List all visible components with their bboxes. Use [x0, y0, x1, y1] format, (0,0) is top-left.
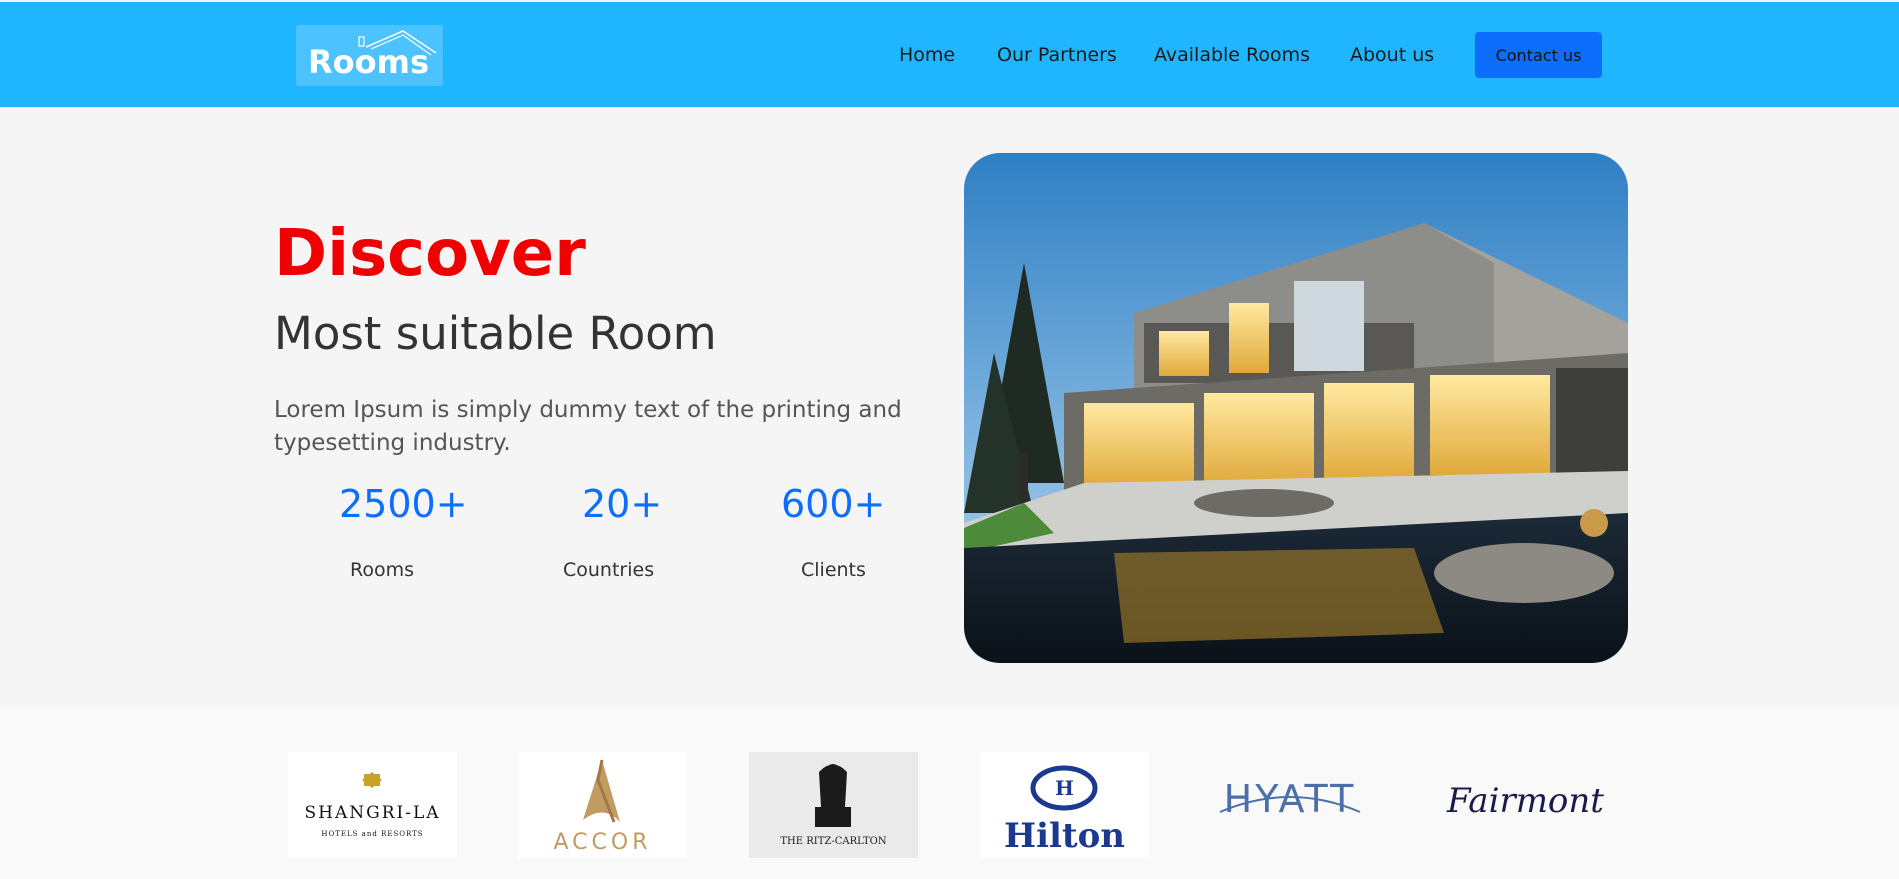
- partner-shangri-la-tagline: HOTELS and RESORTS: [321, 830, 423, 838]
- partner-hyatt-logo[interactable]: HYATT: [1210, 752, 1379, 858]
- logo-text: Rooms: [308, 43, 429, 81]
- partner-ritz-carlton-logo[interactable]: THE RITZ-CARLTON: [749, 752, 918, 858]
- partner-hilton-logo[interactable]: H Hilton: [980, 752, 1149, 858]
- stat-countries-value: 20+: [582, 482, 663, 526]
- partner-accor-logo[interactable]: ACCOR: [518, 752, 687, 858]
- partner-ritz-carlton-name: THE RITZ-CARLTON: [780, 836, 886, 847]
- stat-clients-label: Clients: [801, 559, 866, 581]
- hero-title: Discover: [274, 217, 586, 291]
- stat-clients-value: 600+: [781, 482, 886, 526]
- partner-hilton-name: Hilton: [1004, 816, 1125, 856]
- partner-fairmont-logo[interactable]: Fairmont: [1441, 752, 1610, 858]
- nav-our-partners[interactable]: Our Partners: [997, 44, 1117, 66]
- nav-available-rooms[interactable]: Available Rooms: [1154, 44, 1310, 66]
- partner-shangri-la-logo[interactable]: SHANGRI-LA HOTELS and RESORTS: [288, 752, 457, 858]
- hero-section: Discover Most suitable Room Lorem Ipsum …: [0, 107, 1899, 707]
- nav-home[interactable]: Home: [899, 44, 955, 66]
- hero-description: Lorem Ipsum is simply dummy text of the …: [274, 397, 902, 456]
- partners-section: SHANGRI-LA HOTELS and RESORTS ACCOR THE …: [0, 707, 1899, 879]
- rooms-logo[interactable]: Rooms: [296, 25, 443, 86]
- partner-hyatt-name: HYATT: [1224, 777, 1357, 821]
- hero-house-image: [964, 153, 1628, 663]
- nav-about-us[interactable]: About us: [1350, 44, 1434, 66]
- svg-text:H: H: [1055, 776, 1074, 800]
- stat-rooms-value: 2500+: [339, 482, 468, 526]
- contact-us-button[interactable]: Contact us: [1475, 32, 1602, 78]
- partner-fairmont-name: Fairmont: [1446, 781, 1604, 821]
- partner-shangri-la-name: SHANGRI-LA: [304, 803, 440, 823]
- partner-accor-name: ACCOR: [554, 830, 652, 855]
- site-header: Rooms Home Our Partners Available Rooms …: [0, 2, 1899, 107]
- hero-subtitle: Most suitable Room: [274, 307, 717, 360]
- stat-countries-label: Countries: [563, 559, 655, 581]
- stat-rooms-label: Rooms: [350, 559, 415, 581]
